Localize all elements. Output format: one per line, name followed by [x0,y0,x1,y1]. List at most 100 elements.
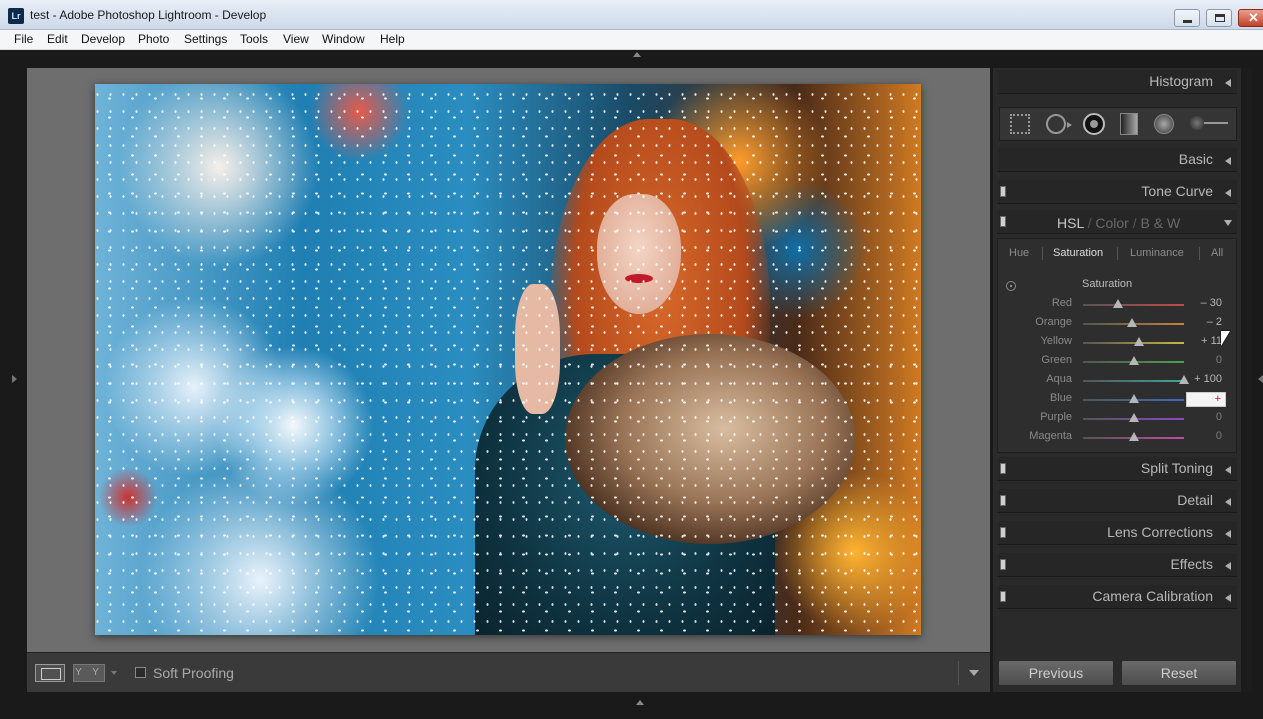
blue-value-input[interactable]: + [1186,392,1226,407]
close-icon: ✕ [1248,10,1259,25]
expand-arrow-icon [1224,220,1232,226]
histogram-header[interactable]: Histogram [997,70,1237,94]
panel-switch-icon[interactable] [1000,591,1006,602]
camera-calibration-label: Camera Calibration [1092,588,1213,604]
menu-window[interactable]: Window [322,32,365,46]
slider-thumb[interactable] [1129,413,1139,422]
red-eye-icon[interactable] [1083,113,1105,135]
slider-track[interactable] [1083,380,1184,382]
reset-button[interactable]: Reset [1121,660,1237,686]
close-button[interactable]: ✕ [1238,9,1263,27]
subtab-all[interactable]: All [1211,247,1223,259]
graduated-filter-icon[interactable] [1120,113,1138,135]
right-panel-scrollbar[interactable] [1244,68,1252,692]
radial-filter-icon[interactable] [1154,114,1174,134]
slider-thumb[interactable] [1129,432,1139,441]
top-panel-toggle-icon[interactable] [633,52,641,57]
slider-row-purple[interactable]: Purple 0 [997,410,1237,429]
collapse-arrow-icon [1225,466,1231,474]
slider-thumb[interactable] [1129,394,1139,403]
camera-calibration-header[interactable]: Camera Calibration [997,585,1237,609]
panel-switch-icon[interactable] [1000,495,1006,506]
split-toning-header[interactable]: Split Toning [997,457,1237,481]
slider-value[interactable]: – 2 [1207,316,1222,328]
effects-label: Effects [1170,556,1213,572]
menu-develop[interactable]: Develop [81,32,125,46]
histogram-label: Histogram [1149,73,1213,89]
slider-value[interactable]: 0 [1216,354,1222,366]
slider-row-green[interactable]: Green 0 [997,353,1237,372]
slider-thumb[interactable] [1127,318,1137,327]
adjustment-brush-icon[interactable] [1190,116,1230,130]
basic-label: Basic [1178,151,1213,167]
minimize-button[interactable] [1174,9,1200,27]
title-separator: / [1132,215,1137,231]
before-after-caret-icon[interactable] [111,671,117,675]
hsl-title: HSL / Color / B & W [1057,215,1180,231]
menu-edit[interactable]: Edit [47,32,68,46]
slider-row-red[interactable]: Red – 30 [997,296,1237,315]
slider-row-aqua[interactable]: Aqua + 100 [997,372,1237,391]
crop-tool-icon[interactable] [1010,114,1030,134]
basic-header[interactable]: Basic [997,148,1237,172]
collapse-arrow-icon [1225,79,1231,87]
split-toning-label: Split Toning [1140,460,1213,476]
title-separator: / [1087,215,1092,231]
slider-track[interactable] [1083,304,1184,306]
previous-button[interactable]: Previous [998,660,1114,686]
panel-switch-icon[interactable] [1000,186,1006,197]
slider-thumb[interactable] [1179,375,1189,384]
slider-row-magenta[interactable]: Magenta 0 [997,429,1237,448]
left-panel-toggle-icon[interactable] [12,375,17,383]
hsl-tab-bw[interactable]: B & W [1141,215,1181,231]
detail-header[interactable]: Detail [997,489,1237,513]
menu-file[interactable]: File [14,32,33,46]
slider-value[interactable]: + 11 [1201,335,1222,347]
slider-row-orange[interactable]: Orange – 2 [997,315,1237,334]
panel-switch-icon[interactable] [1000,559,1006,570]
lightroom-app-icon: Lr [8,8,24,24]
mouse-cursor-icon [1221,331,1230,346]
window-title: test - Adobe Photoshop Lightroom - Devel… [30,8,267,22]
slider-thumb[interactable] [1134,337,1144,346]
lens-corrections-header[interactable]: Lens Corrections [997,521,1237,545]
slider-thumb[interactable] [1113,299,1123,308]
tone-curve-header[interactable]: Tone Curve [997,180,1237,204]
menu-view[interactable]: View [283,32,309,46]
slider-label: Aqua [1046,373,1072,385]
slider-thumb[interactable] [1129,356,1139,365]
collapse-arrow-icon [1225,530,1231,538]
soft-proofing-checkbox[interactable] [135,667,146,678]
effects-header[interactable]: Effects [997,553,1237,577]
toolbar-content-dropdown[interactable] [958,661,988,685]
hsl-tab-color[interactable]: Color [1095,215,1128,231]
maximize-button[interactable] [1206,9,1232,27]
slider-value[interactable]: 0 [1216,411,1222,423]
menu-tools[interactable]: Tools [240,32,268,46]
tab-divider [1199,247,1200,260]
subtab-luminance[interactable]: Luminance [1130,247,1184,259]
panel-switch-icon[interactable] [1000,216,1006,227]
bottom-panel-toggle-icon[interactable] [636,700,644,705]
panel-switch-icon[interactable] [1000,527,1006,538]
menu-photo[interactable]: Photo [138,32,169,46]
slider-value[interactable]: + 100 [1194,373,1222,385]
spot-removal-icon[interactable] [1046,114,1072,134]
panel-switch-icon[interactable] [1000,463,1006,474]
saturation-subheader: Saturation [1082,278,1133,290]
slider-label: Blue [1049,392,1072,404]
slider-value[interactable]: 0 [1216,430,1222,442]
menu-settings[interactable]: Settings [184,32,227,46]
subtab-saturation[interactable]: Saturation [1053,247,1103,259]
hsl-tab-hsl[interactable]: HSL [1057,215,1084,231]
slider-row-yellow[interactable]: Yellow + 11 [997,334,1237,353]
before-after-button[interactable]: Y Y [73,664,105,682]
slider-value[interactable]: – 30 [1201,297,1222,309]
loupe-view-icon[interactable] [35,664,65,682]
photo-preview[interactable] [95,84,921,635]
right-panel-toggle-icon[interactable] [1258,375,1263,383]
tab-divider [1117,247,1118,260]
menu-help[interactable]: Help [380,32,405,46]
targeted-adjustment-icon[interactable] [1006,281,1016,291]
subtab-hue[interactable]: Hue [1009,247,1029,259]
